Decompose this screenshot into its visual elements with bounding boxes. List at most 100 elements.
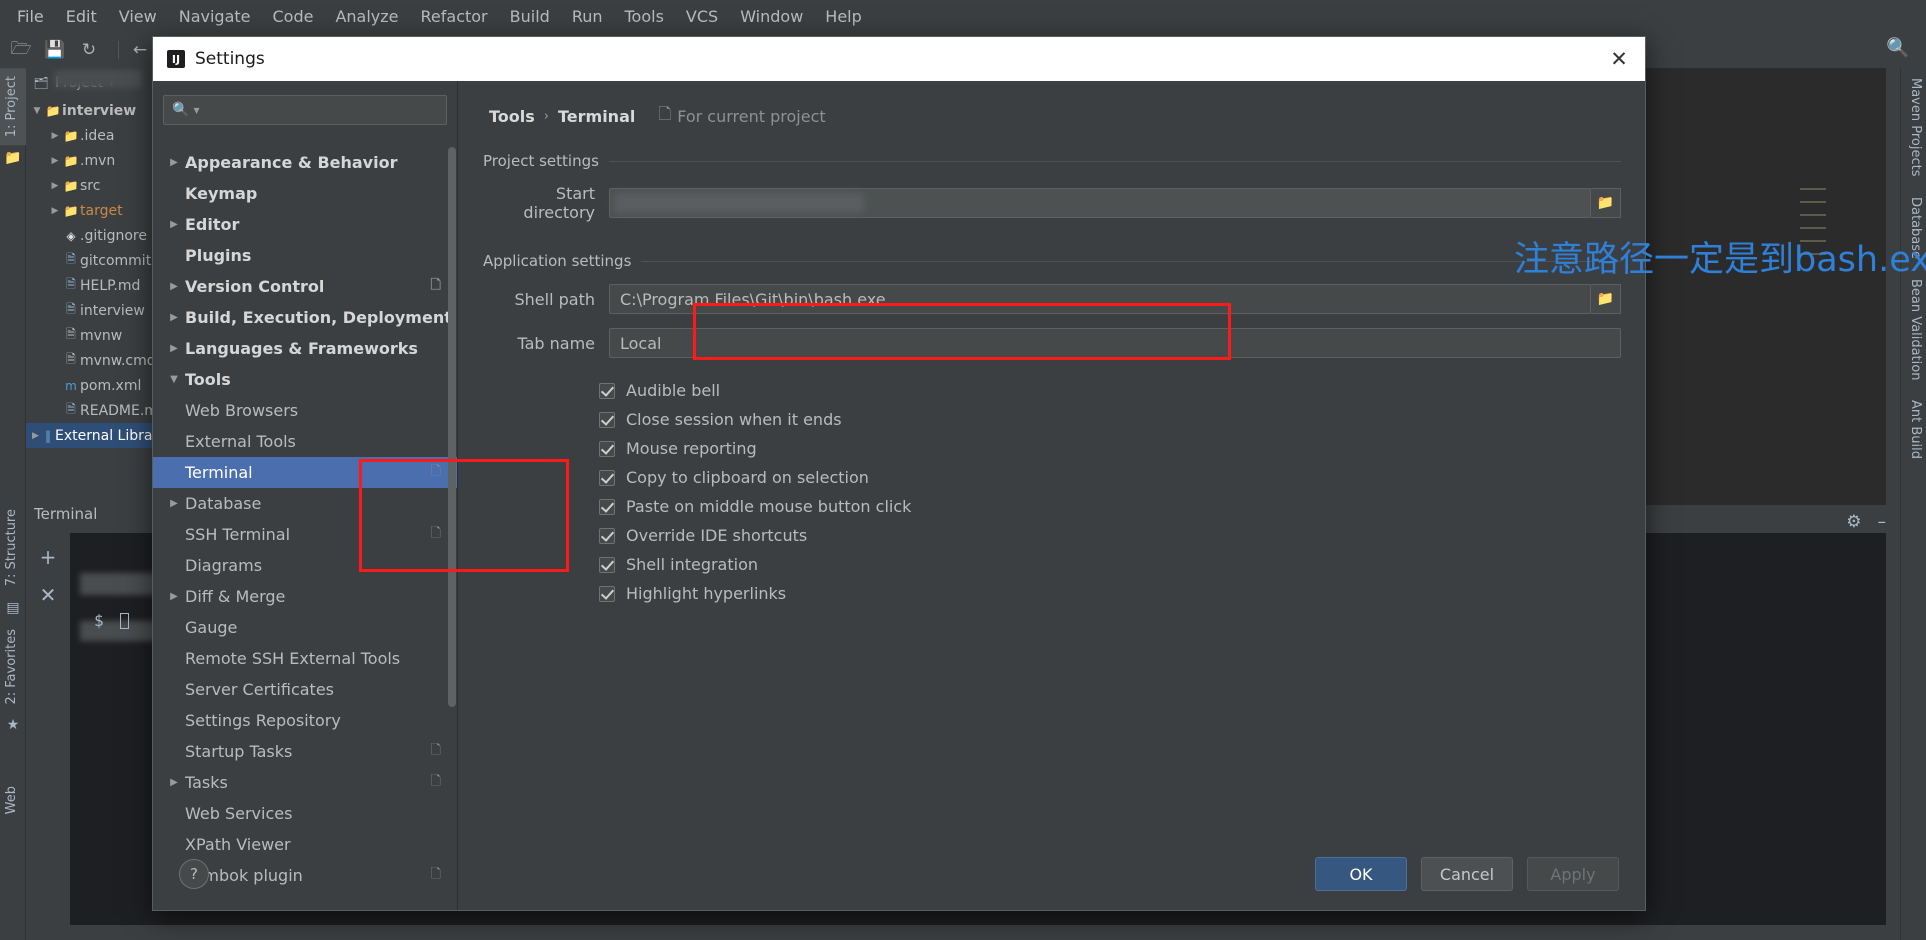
menu-item-code[interactable]: Code bbox=[262, 4, 325, 29]
chevron-right-icon[interactable]: ▶ bbox=[163, 219, 185, 230]
settings-tree-item-ssh-terminal[interactable]: SSH Terminal 🗋 bbox=[153, 519, 457, 550]
chevron-right-icon[interactable]: ▶ bbox=[163, 312, 185, 323]
chevron-right-icon[interactable]: ▶ bbox=[163, 777, 185, 788]
menu-item-help[interactable]: Help bbox=[814, 4, 872, 29]
gear-icon[interactable]: ⚙ bbox=[1846, 512, 1861, 532]
menu-item-build[interactable]: Build bbox=[499, 4, 561, 29]
menu-item-vcs[interactable]: VCS bbox=[675, 4, 729, 29]
chevron-right-icon[interactable]: ▶ bbox=[163, 343, 185, 354]
chevron-right-icon[interactable]: ▶ bbox=[48, 131, 62, 141]
settings-tree-item-languages-frameworks[interactable]: ▶ Languages & Frameworks bbox=[153, 333, 457, 364]
help-button[interactable]: ? bbox=[179, 859, 209, 889]
apply-button[interactable]: Apply bbox=[1527, 857, 1619, 891]
settings-tree-item-diff-merge[interactable]: ▶ Diff & Merge bbox=[153, 581, 457, 612]
sidebar-item-project[interactable]: 1: Project bbox=[0, 68, 26, 146]
breadcrumb-parent[interactable]: Tools bbox=[489, 107, 535, 126]
checkbox-row[interactable]: Audible bell bbox=[599, 376, 1645, 405]
settings-tree-item-startup-tasks[interactable]: Startup Tasks 🗋 bbox=[153, 736, 457, 767]
menu-item-analyze[interactable]: Analyze bbox=[324, 4, 409, 29]
settings-tree-item-version-control[interactable]: ▶ Version Control 🗋 bbox=[153, 271, 457, 302]
sidebar-item-web[interactable]: Web bbox=[0, 778, 26, 822]
chevron-right-icon[interactable]: ▶ bbox=[48, 181, 62, 191]
chevron-right-icon[interactable]: ▶ bbox=[48, 156, 62, 166]
checkbox-shell-integration[interactable] bbox=[599, 556, 615, 573]
open-folder-icon[interactable]: 🗁 bbox=[8, 37, 34, 63]
copy-icon: 🗋 bbox=[658, 104, 672, 123]
chevron-right-icon[interactable]: ▶ bbox=[48, 206, 62, 216]
chevron-right-icon[interactable]: ▶ bbox=[163, 591, 185, 602]
chevron-right-icon[interactable]: ▶ bbox=[163, 157, 185, 168]
checkbox-row[interactable]: Shell integration bbox=[599, 550, 1645, 579]
chevron-right-icon[interactable]: ▶ bbox=[30, 431, 41, 441]
folder-browse-icon[interactable]: 📁 bbox=[1591, 284, 1621, 314]
tab-name-input[interactable]: Local bbox=[609, 328, 1621, 358]
settings-tree-item-terminal[interactable]: Terminal 🗋 bbox=[153, 457, 457, 488]
checkbox-audible-bell[interactable] bbox=[599, 382, 615, 399]
ok-button[interactable]: OK bbox=[1315, 857, 1407, 891]
checkbox-row[interactable]: Highlight hyperlinks bbox=[599, 579, 1645, 608]
caret-down-icon[interactable]: ▼ bbox=[193, 106, 199, 115]
cancel-button[interactable]: Cancel bbox=[1421, 857, 1513, 891]
menu-item-tools[interactable]: Tools bbox=[614, 4, 675, 29]
menu-item-run[interactable]: Run bbox=[561, 4, 614, 29]
settings-tree-item-tools[interactable]: ▼ Tools bbox=[153, 364, 457, 395]
sync-icon[interactable]: ↻ bbox=[76, 37, 102, 63]
settings-tree-scrollbar[interactable] bbox=[448, 147, 456, 707]
chevron-down-icon[interactable]: ▼ bbox=[30, 106, 44, 116]
search-input[interactable]: 🔍 ▼ bbox=[163, 95, 447, 125]
menu-item-navigate[interactable]: Navigate bbox=[168, 4, 262, 29]
minimize-icon[interactable]: – bbox=[1878, 512, 1887, 532]
settings-tree-item-plugins[interactable]: Plugins bbox=[153, 240, 457, 271]
settings-tree-item-remote-ssh-external-tools[interactable]: Remote SSH External Tools bbox=[153, 643, 457, 674]
shell-path-input[interactable]: C:\Program Files\Git\bin\bash.exe bbox=[609, 284, 1591, 314]
folder-browse-icon[interactable]: 📁 bbox=[1591, 188, 1621, 218]
plus-icon[interactable]: + bbox=[40, 545, 57, 569]
checkbox-row[interactable]: Paste on middle mouse button click bbox=[599, 492, 1645, 521]
sidebar-item-maven-projects[interactable]: Maven Projects bbox=[1901, 68, 1926, 187]
settings-tree-item-gauge[interactable]: Gauge bbox=[153, 612, 457, 643]
checkbox-mouse-reporting[interactable] bbox=[599, 440, 615, 457]
settings-tree-item-diagrams[interactable]: Diagrams bbox=[153, 550, 457, 581]
checkbox-paste-on-middle-mouse-button-click[interactable] bbox=[599, 498, 615, 515]
chevron-right-icon[interactable]: ▶ bbox=[163, 498, 185, 509]
menu-item-view[interactable]: View bbox=[108, 4, 168, 29]
sidebar-item-structure[interactable]: 7: Structure bbox=[0, 501, 26, 594]
settings-tree-item-tasks[interactable]: ▶ Tasks 🗋 bbox=[153, 767, 457, 798]
close-icon[interactable]: ✕ bbox=[40, 583, 57, 607]
checkbox-row[interactable]: Mouse reporting bbox=[599, 434, 1645, 463]
settings-tree-item-build-execution-deployment[interactable]: ▶ Build, Execution, Deployment bbox=[153, 302, 457, 333]
sidebar-item-favorites[interactable]: 2: Favorites bbox=[0, 621, 26, 713]
menu-item-window[interactable]: Window bbox=[729, 4, 814, 29]
checkbox-row[interactable]: Copy to clipboard on selection bbox=[599, 463, 1645, 492]
checkbox-override-ide-shortcuts[interactable] bbox=[599, 527, 615, 544]
settings-tree-item-web-browsers[interactable]: Web Browsers bbox=[153, 395, 457, 426]
checkbox-close-session-when-it-ends[interactable] bbox=[599, 411, 615, 428]
checkbox-row[interactable]: Override IDE shortcuts bbox=[599, 521, 1645, 550]
settings-tree-item-keymap[interactable]: Keymap bbox=[153, 178, 457, 209]
settings-tree-item-settings-repository[interactable]: Settings Repository bbox=[153, 705, 457, 736]
checkbox-copy-to-clipboard-on-selection[interactable] bbox=[599, 469, 615, 486]
menu-item-edit[interactable]: Edit bbox=[55, 4, 108, 29]
checkbox-label: Override IDE shortcuts bbox=[626, 526, 808, 545]
settings-tree-item-database[interactable]: ▶ Database bbox=[153, 488, 457, 519]
save-icon[interactable]: 💾 bbox=[42, 37, 68, 63]
menu-item-refactor[interactable]: Refactor bbox=[410, 4, 499, 29]
close-icon[interactable]: ✕ bbox=[1605, 45, 1633, 73]
checkbox-row[interactable]: Close session when it ends bbox=[599, 405, 1645, 434]
settings-tree-item-server-certificates[interactable]: Server Certificates bbox=[153, 674, 457, 705]
start-directory-input[interactable] bbox=[609, 188, 1591, 218]
menu-item-file[interactable]: File bbox=[6, 4, 55, 29]
search-everywhere-icon[interactable]: 🔍 bbox=[1886, 36, 1910, 59]
sidebar-item-ant-build[interactable]: Ant Build bbox=[1901, 390, 1926, 469]
settings-tree[interactable]: ▶ Appearance & Behavior Keymap ▶ Editor Plugi… bbox=[153, 143, 457, 910]
chevron-down-icon[interactable]: ▼ bbox=[163, 374, 185, 385]
sidebar-item-bean-validation[interactable]: Bean Validation bbox=[1901, 269, 1926, 390]
right-tool-stripe: Maven Projects Database Bean Validation … bbox=[1900, 68, 1926, 940]
back-arrow-icon[interactable]: ← bbox=[127, 37, 153, 63]
settings-tree-item-editor[interactable]: ▶ Editor bbox=[153, 209, 457, 240]
settings-tree-item-appearance-behavior[interactable]: ▶ Appearance & Behavior bbox=[153, 147, 457, 178]
chevron-right-icon[interactable]: ▶ bbox=[163, 281, 185, 292]
settings-tree-item-web-services[interactable]: Web Services bbox=[153, 798, 457, 829]
settings-tree-item-external-tools[interactable]: External Tools bbox=[153, 426, 457, 457]
checkbox-highlight-hyperlinks[interactable] bbox=[599, 585, 615, 602]
